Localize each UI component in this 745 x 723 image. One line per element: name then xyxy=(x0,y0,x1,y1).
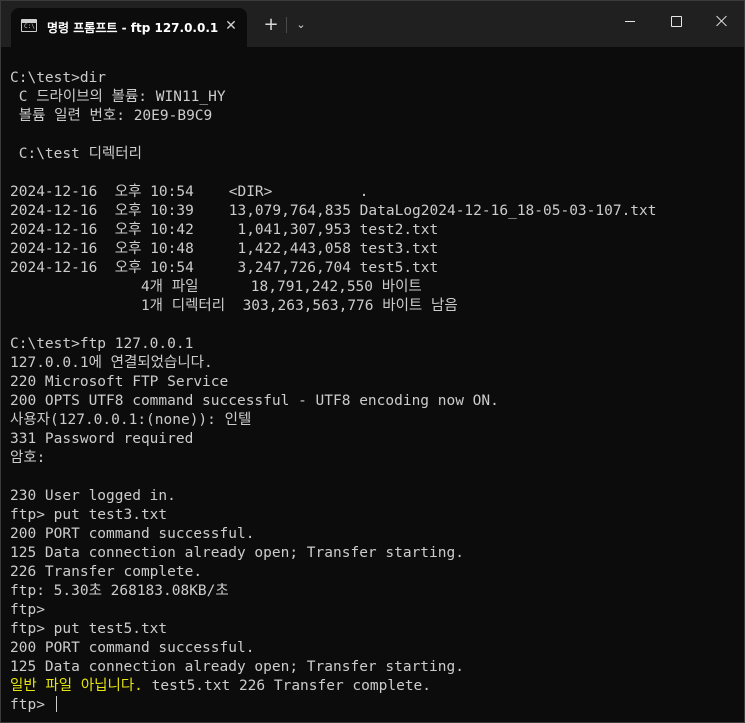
close-icon xyxy=(716,15,728,27)
terminal-line: 200 PORT command successful. xyxy=(10,640,255,656)
minimize-icon xyxy=(625,20,635,22)
error-rest: test5.txt 226 Transfer complete. xyxy=(142,678,432,694)
tab-command-prompt[interactable]: C:\ 명령 프롬프트 - ftp 127.0.0.1 ✕ xyxy=(11,8,247,47)
close-tab-icon[interactable]: ✕ xyxy=(223,18,239,34)
terminal-line: 230 User logged in. xyxy=(10,488,176,504)
maximize-icon xyxy=(670,15,682,27)
terminal-line: 볼륨 일련 번호: 20E9-B9C9 xyxy=(10,108,213,124)
terminal-line: 2024-12-16 오후 10:54 3,247,726,704 test5.… xyxy=(10,260,439,276)
terminal-line: 2024-12-16 오후 10:39 13,079,764,835 DataL… xyxy=(10,203,657,219)
terminal-line: 2024-12-16 오후 10:42 1,041,307,953 test2.… xyxy=(10,222,439,238)
maximize-button[interactable] xyxy=(653,1,699,41)
chevron-down-icon[interactable]: ⌄ xyxy=(291,15,311,35)
terminal-line: ftp> put test3.txt xyxy=(10,507,168,523)
terminal-line: 4개 파일 18,791,242,550 바이트 xyxy=(10,279,422,295)
terminal-line: 200 PORT command successful. xyxy=(10,526,255,542)
terminal-line: 220 Microsoft FTP Service xyxy=(10,374,229,390)
cmd-icon: C:\ xyxy=(21,19,37,32)
error-highlight: 일반 파일 아닙니다. xyxy=(10,678,143,694)
terminal-line: C:\test>dir xyxy=(10,70,107,86)
terminal-line-error: 일반 파일 아닙니다. test5.txt 226 Transfer compl… xyxy=(10,677,736,696)
cmd-icon-text: C:\ xyxy=(24,23,35,30)
terminal-line: 200 OPTS UTF8 command successful - UTF8 … xyxy=(10,393,499,409)
close-window-button[interactable] xyxy=(699,1,744,41)
terminal-line: 암호: xyxy=(10,450,46,466)
prompt: ftp> xyxy=(10,697,54,713)
text-cursor xyxy=(55,696,57,712)
terminal-line: 127.0.0.1에 연결되었습니다. xyxy=(10,355,213,371)
terminal-line: 125 Data connection already open; Transf… xyxy=(10,545,464,561)
terminal-line: C 드라이브의 볼륨: WIN11_HY xyxy=(10,89,226,105)
terminal-line: 2024-12-16 오후 10:54 <DIR> . xyxy=(10,184,369,200)
terminal-line: C:\test>ftp 127.0.0.1 xyxy=(10,336,194,352)
terminal-line: ftp> put test5.txt xyxy=(10,621,168,637)
terminal-line: ftp: 5.30초 268183.08KB/초 xyxy=(10,583,229,599)
terminal-window: C:\ 명령 프롬프트 - ftp 127.0.0.1 ✕ + ⌄ C:\tes… xyxy=(0,0,745,723)
terminal-prompt-line[interactable]: ftp> xyxy=(10,696,736,715)
tab-title: 명령 프롬프트 - ftp 127.0.0.1 xyxy=(47,21,219,35)
terminal-line: 1개 디렉터리 303,263,563,776 바이트 남음 xyxy=(10,298,458,314)
terminal-line: 사용자(127.0.0.1:(none)): 인텔 xyxy=(10,412,252,428)
terminal-line: 2024-12-16 오후 10:48 1,422,443,058 test3.… xyxy=(10,241,439,257)
terminal-line: 226 Transfer complete. xyxy=(10,564,203,580)
terminal-line: 331 Password required xyxy=(10,431,194,447)
new-tab-button[interactable]: + xyxy=(261,15,281,35)
terminal-line: ftp> xyxy=(10,602,45,618)
terminal-line: C:\test 디렉터리 xyxy=(10,146,142,162)
minimize-button[interactable] xyxy=(607,1,653,41)
title-bar[interactable]: C:\ 명령 프롬프트 - ftp 127.0.0.1 ✕ + ⌄ xyxy=(1,1,744,47)
terminal-line: 125 Data connection already open; Transf… xyxy=(10,659,464,675)
terminal-output[interactable]: C:\test>dir C 드라이브의 볼륨: WIN11_HY 볼륨 일련 번… xyxy=(10,50,736,720)
tab-separator xyxy=(286,17,287,33)
